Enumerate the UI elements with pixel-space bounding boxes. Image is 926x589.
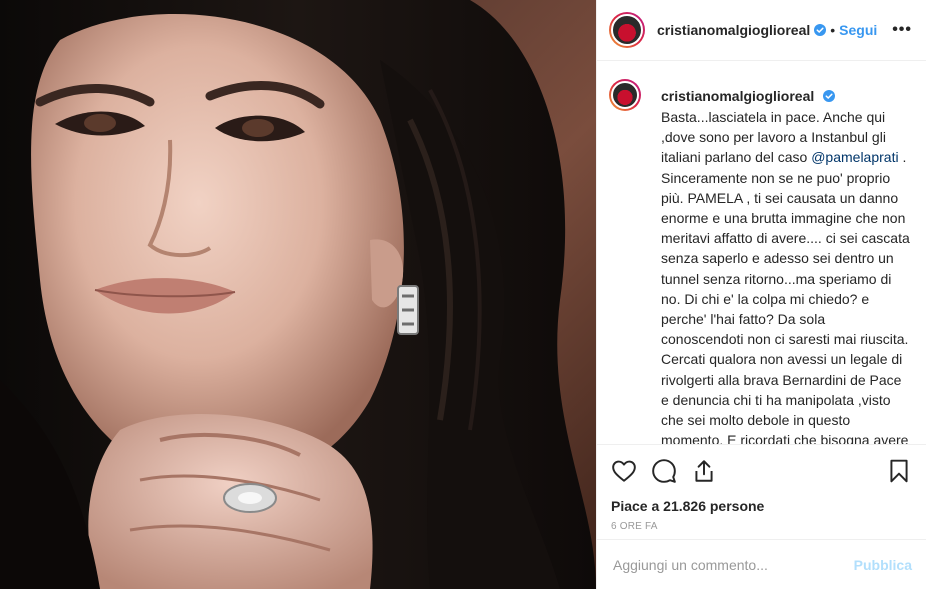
caption-avatar-ring[interactable]: [609, 79, 641, 111]
likes-suffix: persone: [705, 498, 765, 514]
likes-prefix: Piace a: [611, 498, 664, 514]
post-timestamp[interactable]: 6 ORE FA: [611, 521, 912, 532]
caption-username[interactable]: cristianomalgioglioreal: [661, 88, 814, 104]
bookmark-icon[interactable]: [886, 458, 912, 484]
header-username[interactable]: cristianomalgioglioreal: [657, 22, 810, 38]
comment-bar: Pubblica: [597, 539, 926, 589]
comment-input[interactable]: [611, 555, 854, 574]
likes-number: 21.826: [663, 498, 706, 514]
likes-count[interactable]: Piace a 21.826 persone: [611, 497, 912, 515]
mention-link[interactable]: @pamelaprati: [811, 149, 898, 165]
caption-header: cristianomalgioglioreal: [661, 87, 910, 106]
verified-badge-icon: [814, 24, 827, 36]
caption-body-continued: . Sinceramente non se ne puo' proprio pi…: [661, 149, 910, 444]
caption-area: cristianomalgioglioreal Basta...lasciate…: [597, 61, 926, 444]
post-header: cristianomalgioglioreal • Segui •••: [597, 0, 926, 61]
caption-text: Basta...lasciatela in pace. Anche qui ,d…: [661, 107, 910, 444]
comment-icon[interactable]: [651, 458, 677, 484]
portrait-photo: [0, 0, 596, 589]
more-options-icon[interactable]: •••: [892, 21, 912, 39]
avatar-ring[interactable]: [609, 12, 645, 48]
instagram-post: cristianomalgioglioreal • Segui ••• cris…: [0, 0, 926, 589]
action-icons-row: [611, 445, 912, 497]
post-photo[interactable]: [0, 0, 596, 589]
caption-avatar[interactable]: [611, 81, 639, 109]
publish-button[interactable]: Pubblica: [854, 557, 912, 573]
post-actions: Piace a 21.826 persone 6 ORE FA: [597, 444, 926, 539]
avatar[interactable]: [611, 14, 643, 46]
verified-badge-icon: [822, 90, 835, 102]
post-sidebar: cristianomalgioglioreal • Segui ••• cris…: [596, 0, 926, 589]
follow-button[interactable]: Segui: [839, 22, 877, 38]
dot-separator: •: [830, 22, 836, 38]
heart-icon[interactable]: [611, 458, 637, 484]
share-icon[interactable]: [691, 458, 717, 484]
